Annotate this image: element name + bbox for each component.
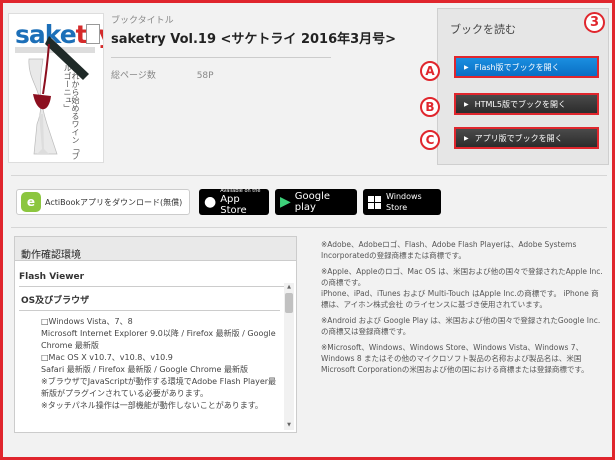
- annotation-a: A: [420, 61, 440, 81]
- env-line: Microsoft Internet Explorer 9.0以降 / Fire…: [41, 329, 276, 350]
- env-line: ※ブラウザでJavaScriptが動作する環境でAdobe Flash Play…: [41, 377, 277, 398]
- page: saketry これから始めるワイン「ブルゴーニュ」 ブックタイトル saket…: [3, 3, 612, 457]
- apple-icon: ●: [204, 194, 217, 210]
- app-store-badge[interactable]: ● Available on the App Store: [199, 188, 269, 216]
- divider: [11, 227, 607, 228]
- env-line: □Mac OS X v10.7、v10.8、v10.9: [41, 353, 173, 362]
- actibook-icon: e: [21, 192, 41, 212]
- google-play-icon: ▶: [280, 194, 291, 210]
- divider: [11, 175, 607, 176]
- pages-label: 総ページ数: [111, 71, 156, 81]
- note: iPhone、iPad、iTunes および Multi-Touch はAppl…: [321, 289, 599, 309]
- pages-value: 58P: [196, 71, 214, 81]
- step-3-marker: 3: [584, 12, 605, 33]
- env-line: Safari 最新版 / Firefox 最新版 / Google Chrome…: [41, 365, 249, 374]
- trademark-notes: ※Adobe、Adobeロゴ、Flash、Adobe Flash Playerは…: [321, 239, 604, 380]
- open-html5-label: HTML5版でブックを開く: [474, 99, 566, 109]
- note: ※Adobe、Adobeロゴ、Flash、Adobe Flash Playerは…: [321, 240, 577, 260]
- open-flash-label: Flash版でブックを開く: [474, 62, 560, 72]
- os-browser-heading: OS及びブラウザ: [21, 296, 90, 306]
- actibook-download-label: ActiBookアプリをダウンロード(無償): [45, 197, 183, 207]
- scroll-up-icon[interactable]: ▲: [284, 283, 294, 292]
- title-label: ブックタイトル: [111, 16, 174, 26]
- env-line: □Windows Vista、7、8: [41, 317, 133, 326]
- open-flash-button[interactable]: ▶ Flash版でブックを開く: [454, 56, 599, 78]
- read-book-heading: ブックを読む: [450, 23, 516, 36]
- triangle-right-icon: ▶: [464, 63, 469, 71]
- triangle-right-icon: ▶: [464, 100, 469, 108]
- env-heading: 動作確認環境: [15, 237, 296, 261]
- windows-store-line2: Store: [386, 203, 408, 212]
- note: ※Apple、Appleのロゴ、Mac OS は、米国および他の国々で登録された…: [321, 267, 603, 287]
- open-app-button[interactable]: ▶ アプリ版でブックを開く: [454, 127, 599, 149]
- book-meta: ブックタイトル saketry Vol.19 <サケトライ 2016年3月号> …: [111, 13, 397, 81]
- flash-viewer-heading: Flash Viewer: [19, 272, 85, 282]
- book-title: saketry Vol.19 <サケトライ 2016年3月号>: [111, 32, 397, 47]
- scroll-thumb[interactable]: [285, 293, 293, 313]
- read-book-panel: ブックを読む 3 ▶ Flash版でブックを開く ▶ HTML5版でブックを開く…: [437, 8, 609, 165]
- env-panel: 動作確認環境 Flash Viewer OS及びブラウザ □Windows Vi…: [14, 236, 297, 433]
- wine-glass-icon: [28, 36, 89, 155]
- google-play-badge[interactable]: ▶ Google play: [275, 189, 357, 215]
- env-line: ※タッチパネル操作は一部機能が動作しないことがあります。: [41, 401, 263, 410]
- note: ※Android および Google Play は、米国および他の国々で登録さ…: [321, 316, 601, 336]
- google-play-text: Google play: [294, 191, 331, 213]
- book-cover[interactable]: saketry これから始めるワイン「ブルゴーニュ」: [8, 13, 104, 163]
- actibook-download-button[interactable]: e ActiBookアプリをダウンロード(無償): [16, 189, 190, 215]
- windows-icon: [368, 195, 381, 209]
- scroll-down-icon[interactable]: ▼: [284, 421, 294, 430]
- annotation-b: B: [420, 97, 440, 117]
- env-scrollbar[interactable]: ▲ ▼: [284, 283, 294, 430]
- app-download-bar: e ActiBookアプリをダウンロード(無償) ● Available on …: [11, 183, 607, 228]
- page-count-row: 総ページ数 58P: [111, 68, 331, 81]
- note: ※Microsoft、Windows、Windows Store、Windows…: [321, 343, 589, 374]
- divider: [111, 57, 331, 58]
- windows-store-badge[interactable]: Windows Store: [363, 189, 441, 215]
- windows-store-line1: Windows: [386, 192, 422, 201]
- triangle-right-icon: ▶: [464, 134, 469, 142]
- app-store-text: App Store: [220, 194, 247, 216]
- open-app-label: アプリ版でブックを開く: [474, 133, 563, 143]
- annotation-c: C: [420, 130, 440, 150]
- env-list: □Windows Vista、7、8 Microsoft Internet Ex…: [15, 311, 296, 412]
- open-html5-button[interactable]: ▶ HTML5版でブックを開く: [454, 93, 599, 115]
